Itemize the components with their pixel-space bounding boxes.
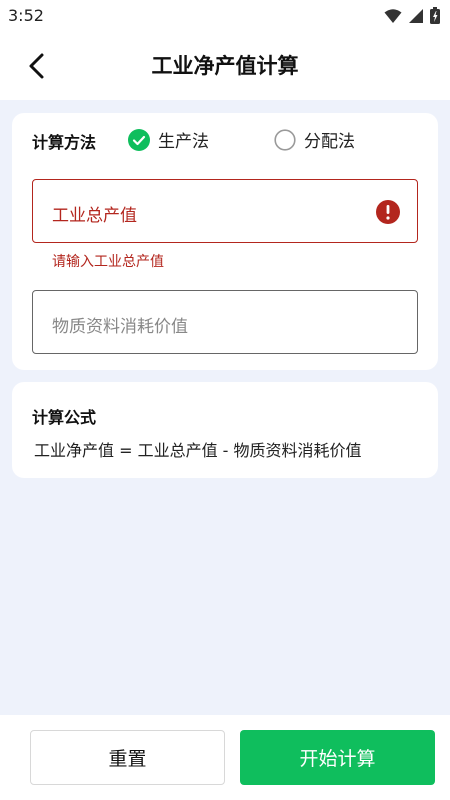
radio-distribution-method[interactable]: 分配法 (274, 127, 355, 152)
start-calculation-button[interactable]: 开始计算 (240, 730, 435, 785)
app-bar: 工业净产值计算 (0, 32, 450, 100)
radio-production-method[interactable]: 生产法 (128, 127, 209, 152)
method-row: 计算方法 生产法 分配法 (32, 127, 432, 153)
radio-unchecked-icon (274, 128, 296, 151)
formula-text: 工业净产值 = 工业总产值 - 物质资料消耗价值 (34, 441, 362, 460)
material-consumption-input[interactable]: 物质资料消耗价值 (32, 290, 418, 354)
gross-output-error-text: 请输入工业总产值 (52, 254, 164, 270)
gross-output-input[interactable]: 工业总产值 (32, 179, 418, 243)
input-card: 计算方法 生产法 分配法 工业总产值 请输入工业总产值 物质资料消耗价值 (12, 113, 438, 370)
radio-distribution-label: 分配法 (304, 132, 355, 152)
gross-output-placeholder: 工业总产值 (52, 206, 137, 226)
reset-button[interactable]: 重置 (30, 730, 225, 785)
formula-title: 计算公式 (32, 408, 97, 427)
page-title: 工业净产值计算 (151, 54, 299, 78)
status-bar: 3:52 (0, 0, 450, 32)
bottom-action-bar: 重置 开始计算 (0, 715, 450, 800)
material-consumption-placeholder: 物质资料消耗价值 (52, 317, 188, 337)
method-label: 计算方法 (32, 133, 97, 152)
signal-icon (409, 8, 423, 23)
radio-production-label: 生产法 (158, 132, 209, 152)
error-icon (376, 200, 400, 224)
status-time: 3:52 (8, 6, 44, 25)
radio-checked-icon (128, 128, 150, 151)
wifi-icon (384, 8, 402, 23)
formula-card: 计算公式 工业净产值 = 工业总产值 - 物质资料消耗价值 (12, 382, 438, 478)
status-icons (384, 7, 440, 24)
battery-icon (430, 7, 440, 24)
